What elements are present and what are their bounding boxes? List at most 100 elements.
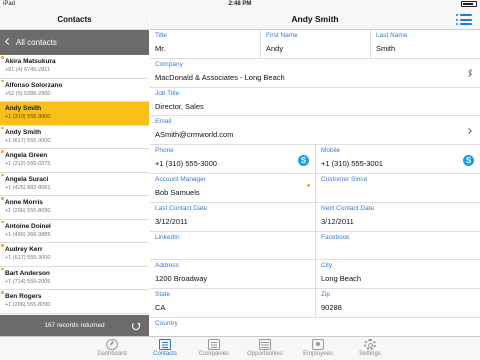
field-value: Long Beach	[321, 274, 362, 284]
field-country[interactable]: Country	[150, 318, 480, 336]
field-value: +1 (310) 555-3001	[321, 159, 383, 169]
tab-opportunities[interactable]: Opportunities	[235, 337, 295, 360]
field-company[interactable]: Company MacDonald & Associates - Long Bea…	[150, 59, 480, 88]
form-row: Last Contact Date 3/12/2011 Next Contact D…	[150, 202, 480, 232]
records-count: 167 records returned	[44, 322, 105, 329]
contact-phone: +1 (714) 555-2005	[5, 278, 51, 285]
field-label: Account Manager	[155, 175, 206, 183]
field-label: Title	[155, 32, 168, 39]
filter-bar[interactable]: All contacts	[0, 30, 149, 55]
contact-row[interactable]: Bart Anderson +1 (714) 555-2005	[0, 266, 149, 290]
contact-row[interactable]: Andy Smith +1 (617) 555-3000	[0, 125, 149, 149]
tab-dashboard[interactable]: Dashboard	[82, 337, 142, 360]
flag-icon	[1, 244, 4, 247]
contact-name: Andy Smith	[5, 105, 42, 112]
field-account-manager[interactable]: Account Manager Bob Samuels	[150, 174, 315, 203]
field-label: Address	[155, 262, 179, 270]
field-email[interactable]: Email ASmith@crmworld.com	[150, 116, 480, 145]
field-last-contact-date[interactable]: Last Contact Date 3/12/2011	[150, 203, 315, 232]
field-last-name[interactable]: Last Name Smith	[370, 30, 480, 59]
contact-phone: +81 (4) 6745-2811	[5, 67, 51, 73]
form-row: Title Mr. First Name Andy Last Name Smith	[150, 30, 480, 59]
contact-row[interactable]: Ben Rogers +1 (206) 555-8090	[0, 290, 149, 314]
contact-name: Bart Anderson	[5, 269, 50, 277]
list-menu-icon[interactable]	[456, 14, 472, 25]
flag-icon	[1, 173, 4, 176]
field-state[interactable]: State CA	[150, 289, 315, 318]
field-phone[interactable]: Phone +1 (310) 555-3000 S	[150, 145, 315, 174]
contact-phone: +1 (425) 882-8081	[5, 184, 51, 191]
field-customer-since[interactable]: Customer Since	[315, 173, 480, 203]
detail-title: Andy Smith	[291, 14, 339, 24]
form-row: Address 1200 Broadway City Long Beach	[150, 260, 480, 290]
field-facebook[interactable]: Facebook	[315, 231, 480, 261]
field-label: Phone	[155, 147, 174, 155]
field-value: Mr.	[155, 44, 166, 53]
field-first-name[interactable]: First Name Andy	[260, 30, 370, 59]
flag-icon	[307, 183, 310, 187]
dashboard-icon	[106, 339, 118, 350]
tab-settings[interactable]: Settings	[340, 337, 400, 360]
detail-form: Title Mr. First Name Andy Last Name Smith Comp…	[150, 30, 480, 336]
field-address[interactable]: Address 1200 Broadway	[150, 260, 315, 289]
contact-row[interactable]: Audrey Kerr +1 (617) 555-3000	[0, 243, 149, 267]
contact-row[interactable]: Andy Smith +1 (310) 555-3000	[0, 102, 149, 126]
status-bar: iPad 2:48 PM	[0, 0, 480, 9]
contact-row[interactable]: Akira Matsukura +81 (4) 6745-2811	[0, 55, 149, 79]
form-row: State CA Zip 90288	[150, 289, 480, 318]
contact-phone: +1 (489) 366-3889	[5, 231, 51, 238]
flag-icon	[1, 291, 4, 294]
field-linkedin[interactable]: LinkedIn	[150, 232, 315, 261]
skype-icon[interactable]: S	[463, 155, 474, 167]
field-label: Last Name	[376, 32, 408, 39]
field-label: Customer Since	[321, 175, 368, 183]
field-value: +1 (310) 555-3000	[155, 159, 217, 169]
field-label: First Name	[266, 32, 298, 39]
contact-row[interactable]: Alfonso Solorzano +52 (5) 5386-2900	[0, 78, 149, 102]
field-label: Facebook	[321, 233, 350, 241]
field-label: City	[321, 262, 333, 270]
field-label: Last Contact Date	[155, 204, 208, 212]
form-row: Phone +1 (310) 555-3000 S Mobile +1 (310) 55…	[150, 145, 480, 174]
tab-label: Dashboard	[97, 351, 127, 357]
field-value: CA	[155, 303, 166, 313]
contact-name: Akira Matsukura	[5, 58, 56, 65]
chevron-right-icon[interactable]	[466, 128, 472, 135]
skype-icon[interactable]: S	[298, 155, 309, 167]
field-label: Next Contact Date	[321, 204, 375, 212]
contact-row[interactable]: Antoine Doinel +1 (489) 366-3889	[0, 219, 149, 243]
chevron-right-icon[interactable]	[466, 70, 472, 77]
tab-label: Employees	[303, 351, 333, 357]
contact-name: Alfonso Solorzano	[5, 81, 63, 89]
contact-name: Andy Smith	[5, 128, 42, 136]
field-mobile[interactable]: Mobile +1 (310) 555-3001 S	[315, 145, 480, 174]
flag-icon	[1, 150, 4, 153]
contact-row[interactable]: Angela Suraci +1 (425) 882-8081	[0, 172, 149, 196]
contact-row[interactable]: Angela Green +1 (212) 555-0375	[0, 149, 149, 173]
contact-detail-panel: Andy Smith Title Mr. First Name Andy Last Na…	[150, 9, 480, 336]
field-city[interactable]: City Long Beach	[315, 260, 480, 290]
refresh-icon[interactable]	[132, 322, 140, 330]
field-zip[interactable]: Zip 90288	[315, 289, 480, 318]
field-value: MacDonald & Associates - Long Beach	[155, 72, 285, 82]
tab-label: Settings	[359, 351, 381, 357]
tab-label: Opportunities	[247, 351, 283, 357]
contacts-icon	[159, 339, 171, 350]
contact-name: Antoine Doinel	[5, 222, 51, 230]
form-row: Account Manager Bob Samuels Customer Since	[150, 173, 480, 203]
field-next-contact-date[interactable]: Next Contact Date 3/12/2011	[315, 202, 480, 232]
form-row: Email ASmith@crmworld.com	[150, 116, 480, 146]
contacts-list[interactable]: Akira Matsukura +81 (4) 6745-2811 Alfonso …	[0, 55, 149, 317]
field-label: Country	[155, 319, 178, 327]
field-value: ASmith@crmworld.com	[155, 130, 234, 140]
flag-icon	[1, 56, 4, 59]
field-job-title[interactable]: Job Title Director, Sales	[150, 88, 480, 117]
field-title[interactable]: Title Mr.	[150, 30, 260, 59]
field-label: Mobile	[321, 147, 341, 155]
flag-icon	[1, 79, 4, 82]
contact-name: Anne Morris	[5, 199, 43, 206]
contact-row[interactable]: Anne Morris +1 (206) 555-8090	[0, 196, 149, 220]
tab-employees[interactable]: Employees	[288, 337, 348, 360]
field-value: Director, Sales	[155, 101, 204, 111]
list-footer: 167 records returned	[0, 315, 149, 336]
